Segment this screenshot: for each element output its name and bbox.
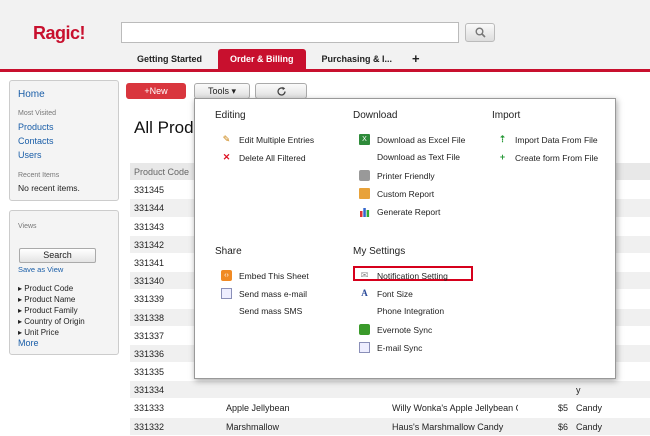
field-item[interactable]: ▸ Product Code xyxy=(18,283,85,294)
sidebar-item-contacts[interactable]: Contacts xyxy=(18,136,54,146)
new-entry-button[interactable]: +New xyxy=(126,83,186,99)
tools-menu: Editing ✎ Edit Multiple Entries ✕ Delete A… xyxy=(194,98,616,379)
table-cell[interactable]: Apple Jellybean xyxy=(222,399,388,416)
phone-integration-item[interactable]: Phone Integration xyxy=(377,306,444,316)
table-row[interactable]: 331333 Apple Jellybean Willy Wonka's Apple… xyxy=(130,399,650,418)
table-cell[interactable]: Candy xyxy=(572,399,630,416)
pencil-icon: ✎ xyxy=(222,134,231,144)
table-cell[interactable] xyxy=(222,381,388,398)
page-title: All Prod xyxy=(134,118,194,137)
table-cell[interactable]: Candy xyxy=(572,418,630,435)
mail-icon xyxy=(359,342,370,353)
field-item[interactable]: ▸ Product Family xyxy=(18,305,85,316)
download-excel-item[interactable]: X Download as Excel File xyxy=(359,134,465,145)
section-my-settings-title: My Settings xyxy=(353,246,406,257)
table-cell[interactable]: y xyxy=(572,381,630,398)
search-icon xyxy=(475,27,486,38)
top-bar: Ragic! Getting Started Order & Billing P… xyxy=(0,0,650,72)
email-sync-item[interactable]: E-mail Sync xyxy=(359,342,422,353)
notification-icon: ✉ xyxy=(360,270,369,280)
download-text-item[interactable]: Download as Text File xyxy=(377,152,460,162)
section-editing-title: Editing xyxy=(215,110,246,121)
caret-down-icon: ▾ xyxy=(231,86,237,96)
tools-label: Tools xyxy=(207,86,229,96)
notification-setting-item[interactable]: ✉ Notification Setting xyxy=(359,270,448,281)
table-cell[interactable]: $5 xyxy=(518,399,572,416)
table-cell[interactable]: 331332 xyxy=(130,418,222,435)
custom-report-item[interactable]: Custom Report xyxy=(359,188,434,199)
printer-icon xyxy=(359,170,370,181)
delete-x-icon: ✕ xyxy=(222,152,231,162)
table-cell[interactable]: 331334 xyxy=(130,381,222,398)
tab-getting-started[interactable]: Getting Started xyxy=(125,49,214,70)
refresh-button[interactable] xyxy=(255,83,307,99)
excel-icon: X xyxy=(359,134,370,145)
section-import-title: Import xyxy=(492,110,521,121)
sidebar-views-panel: Views Search Save as View ▸ Product Code… xyxy=(9,210,119,355)
create-form-icon: + xyxy=(499,152,506,162)
sidebar-item-users[interactable]: Users xyxy=(18,150,42,160)
table-cell[interactable]: Haus's Marshmallow Candy xyxy=(388,418,518,435)
refresh-icon xyxy=(276,86,286,96)
delete-all-filtered-item[interactable]: ✕ Delete All Filtered xyxy=(221,152,306,163)
add-tab-button[interactable]: + xyxy=(404,49,428,70)
sidebar-navigation-panel: Home Most Visited Products Contacts User… xyxy=(9,80,119,201)
views-label: Views xyxy=(18,223,37,230)
create-form-item[interactable]: + Create form From File xyxy=(497,152,598,163)
home-link[interactable]: Home xyxy=(18,89,45,100)
table-cell[interactable]: $6 xyxy=(518,418,572,435)
more-fields-link[interactable]: More xyxy=(18,338,39,348)
table-cell[interactable]: Willy Wonka's Apple Jellybean Candy xyxy=(388,399,518,416)
field-item[interactable]: ▸ Unit Price xyxy=(18,327,85,338)
table-row[interactable]: 331334 y xyxy=(130,381,650,400)
tab-bar: Getting Started Order & Billing Purchasi… xyxy=(125,49,428,70)
recent-items-label: Recent Items xyxy=(18,172,60,179)
field-list: ▸ Product Code ▸ Product Name ▸ Product … xyxy=(18,283,85,338)
report-icon xyxy=(359,188,370,199)
send-mass-sms-item[interactable]: Send mass SMS xyxy=(239,306,302,316)
printer-friendly-item[interactable]: Printer Friendly xyxy=(359,170,435,181)
sidebar-item-products[interactable]: Products xyxy=(18,122,54,132)
app-logo[interactable]: Ragic! xyxy=(33,23,86,44)
evernote-sync-item[interactable]: Evernote Sync xyxy=(359,324,432,335)
chart-icon xyxy=(359,206,370,217)
edit-multiple-entries-item[interactable]: ✎ Edit Multiple Entries xyxy=(221,134,314,145)
search-button[interactable] xyxy=(465,23,495,42)
embed-sheet-item[interactable]: ‹› Embed This Sheet xyxy=(221,270,309,281)
tab-purchasing[interactable]: Purchasing & I... xyxy=(310,49,405,70)
recent-items-empty: No recent items. xyxy=(18,183,80,193)
views-search-button[interactable]: Search xyxy=(19,248,96,263)
section-share-title: Share xyxy=(215,246,242,257)
field-item[interactable]: ▸ Product Name xyxy=(18,294,85,305)
font-icon: A xyxy=(361,288,368,298)
generate-report-item[interactable]: Generate Report xyxy=(359,206,440,217)
evernote-icon xyxy=(359,324,370,335)
tools-dropdown-button[interactable]: Tools ▾ xyxy=(194,83,250,99)
send-mass-email-item[interactable]: Send mass e-mail xyxy=(221,288,307,299)
table-cell[interactable] xyxy=(518,381,572,398)
mail-icon xyxy=(221,288,232,299)
import-icon: ⇡ xyxy=(498,134,507,144)
table-cell[interactable] xyxy=(388,381,518,398)
tab-order-billing[interactable]: Order & Billing xyxy=(218,49,306,70)
font-size-item[interactable]: A Font Size xyxy=(359,288,413,299)
field-item[interactable]: ▸ Country of Origin xyxy=(18,316,85,327)
table-row[interactable]: 331332 Marshmallow Haus's Marshmallow Cand… xyxy=(130,417,650,436)
table-cell[interactable]: Marshmallow xyxy=(222,418,388,435)
search-input[interactable] xyxy=(121,22,459,43)
embed-icon: ‹› xyxy=(221,270,232,281)
table-cell[interactable]: 331333 xyxy=(130,399,222,416)
import-data-item[interactable]: ⇡ Import Data From File xyxy=(497,134,598,145)
section-download-title: Download xyxy=(353,110,398,121)
save-as-view-link[interactable]: Save as View xyxy=(18,265,63,274)
most-visited-label: Most Visited xyxy=(18,110,56,117)
